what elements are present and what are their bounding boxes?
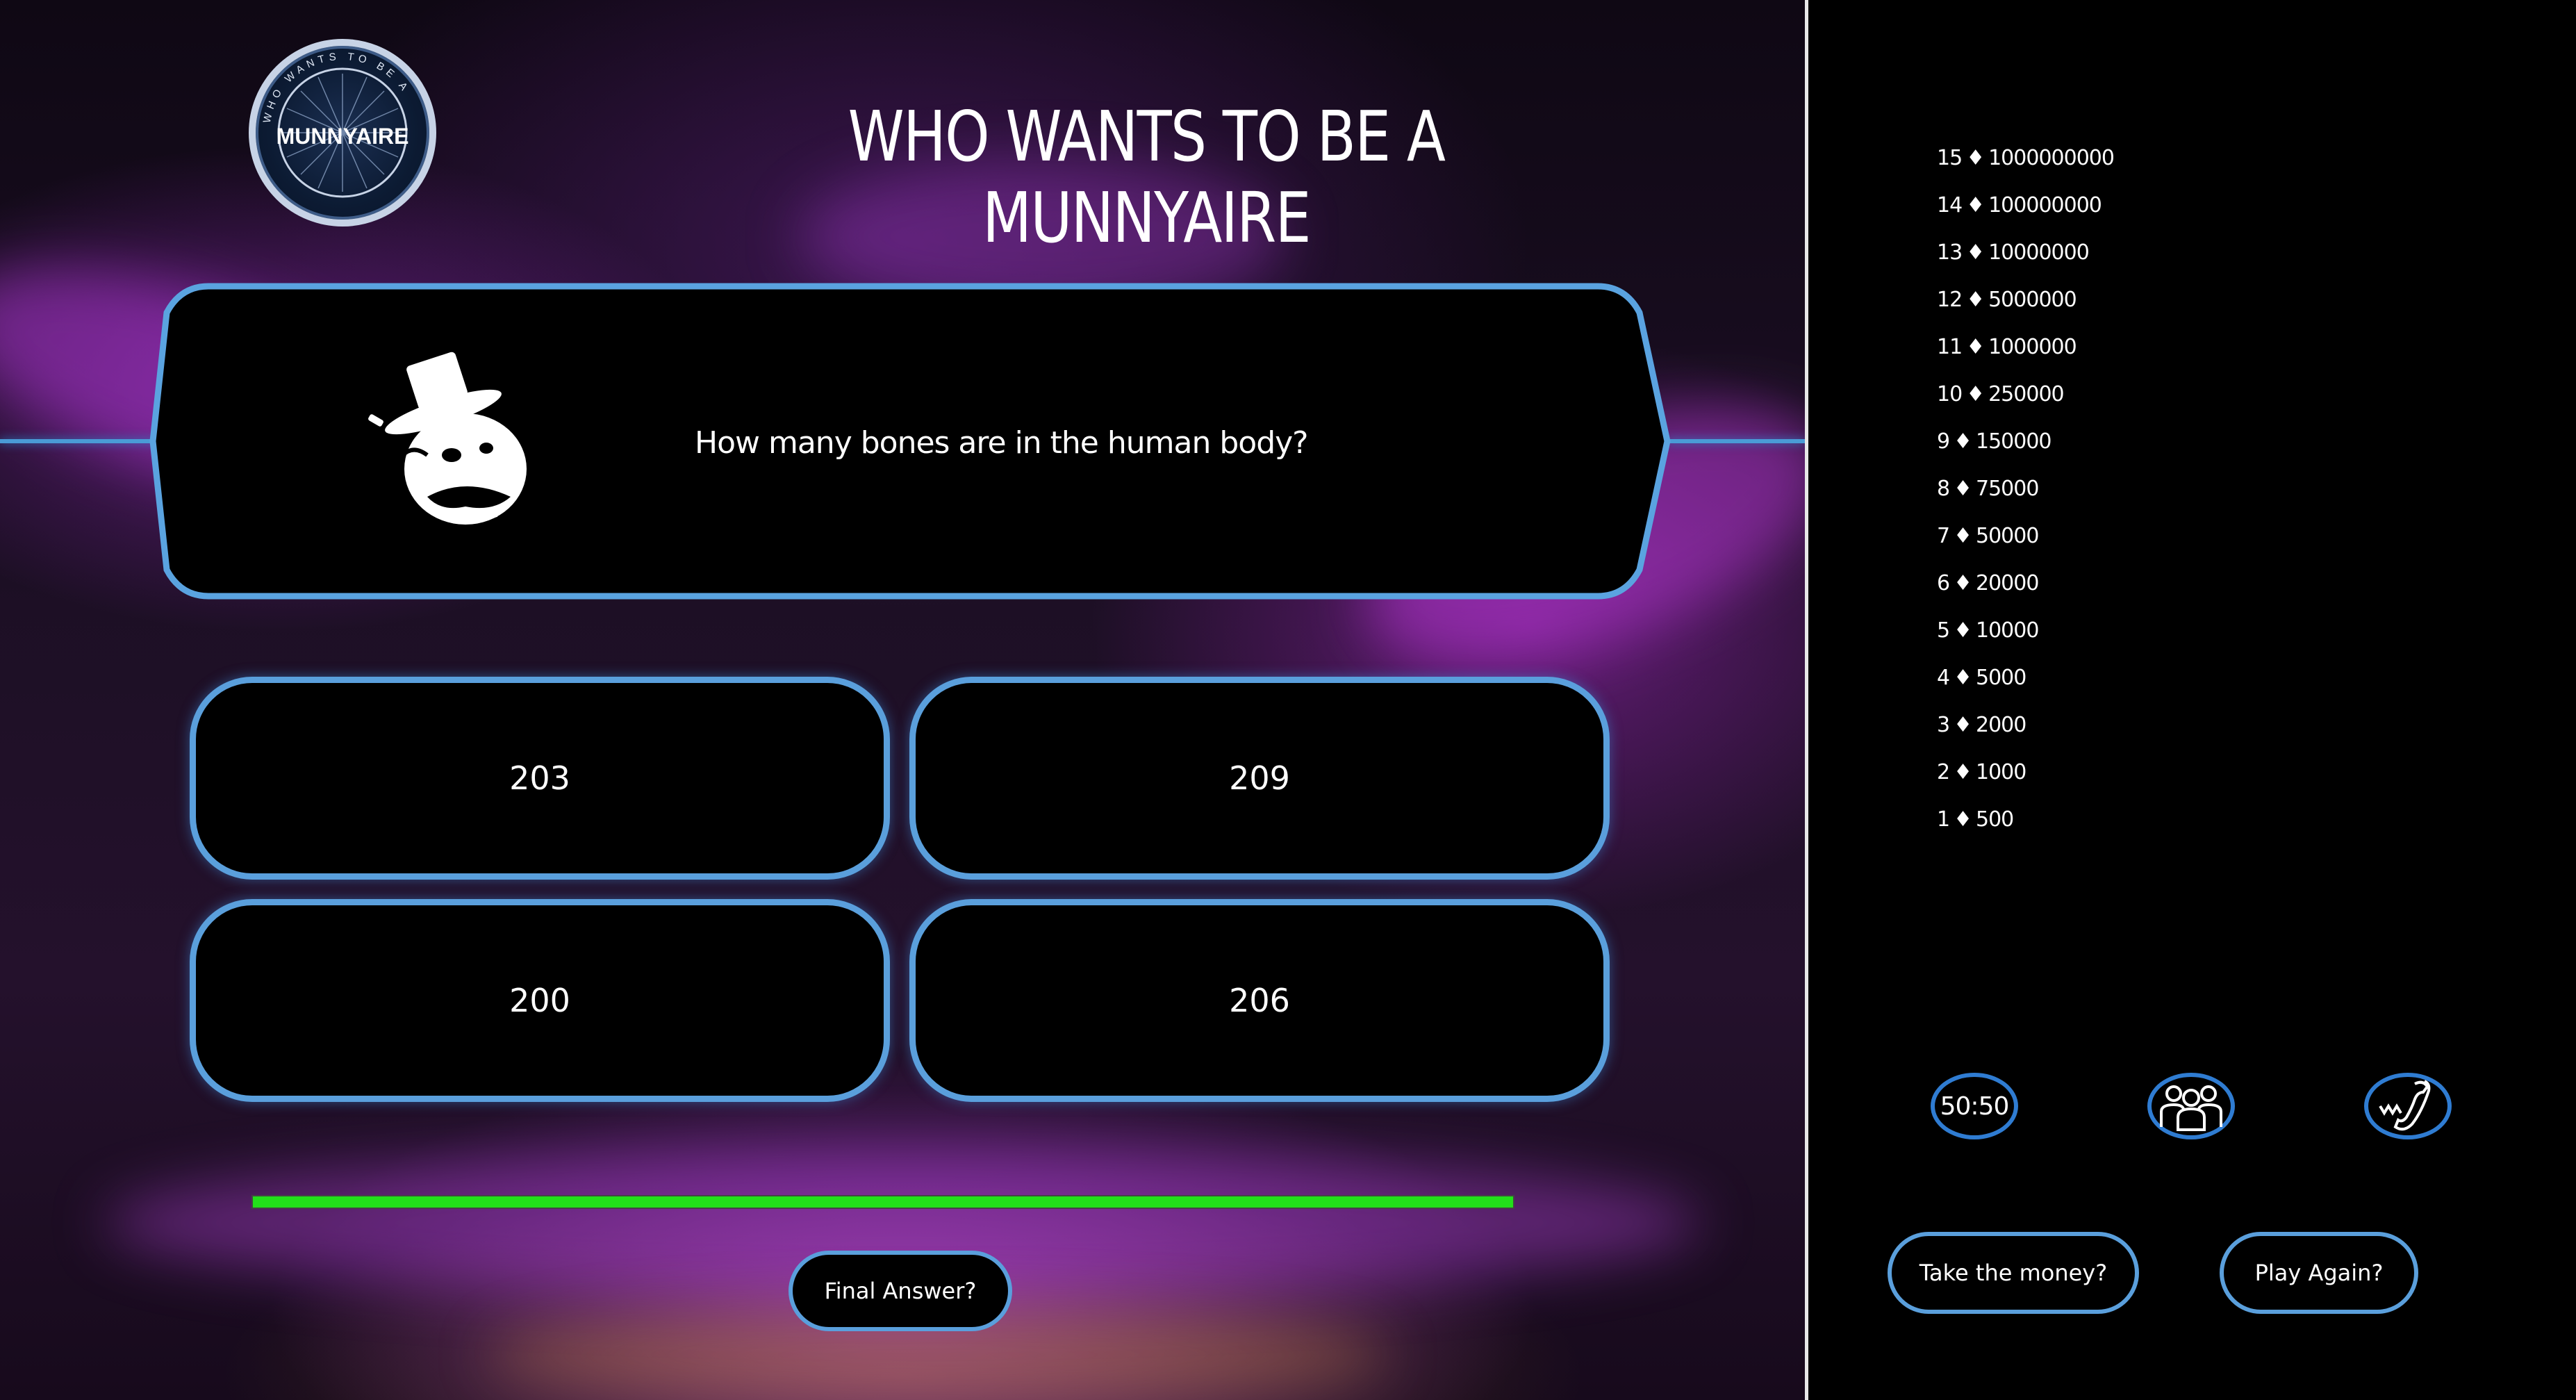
diamond-icon: ♦ — [1954, 477, 1972, 501]
ladder-row: 5 ♦ 10000 — [1937, 617, 2114, 664]
ladder-level: 10 — [1937, 382, 1963, 406]
ladder-amount: 50000 — [1976, 524, 2039, 548]
ladder-level: 4 — [1937, 666, 1950, 690]
diamond-icon: ♦ — [1954, 760, 1972, 784]
ladder-level: 1 — [1937, 807, 1950, 832]
timer-bar-fill — [253, 1196, 1513, 1208]
lifeline-fifty-fifty-button[interactable]: 50:50 — [1931, 1073, 2018, 1139]
ladder-level: 7 — [1937, 524, 1950, 548]
diamond-icon: ♦ — [1966, 146, 1985, 170]
ladder-level: 2 — [1937, 760, 1950, 784]
question-text: How many bones are in the human body? — [695, 425, 1309, 461]
logo-text: MUNNYAIRE — [276, 124, 409, 149]
ladder-level: 12 — [1937, 288, 1963, 312]
diamond-icon: ♦ — [1954, 713, 1972, 737]
svg-text:WHO WANTS TO BE A: WHO WANTS TO BE A — [261, 51, 413, 124]
money-ladder: 15 ♦ 1000000000 14 ♦ 100000000 13 ♦ 10000000 12 ♦ 5… — [1937, 145, 2115, 853]
ladder-level: 3 — [1937, 713, 1950, 737]
ladder-level: 11 — [1937, 335, 1963, 359]
ladder-level: 14 — [1937, 193, 1963, 217]
diamond-icon: ♦ — [1966, 288, 1985, 312]
ladder-amount: 75000 — [1976, 477, 2039, 501]
diamond-icon: ♦ — [1954, 524, 1972, 548]
ladder-row: 8 ♦ 75000 — [1937, 475, 2114, 522]
ladder-level: 8 — [1937, 477, 1950, 501]
ladder-level: 6 — [1937, 571, 1950, 595]
ladder-amount: 5000 — [1976, 666, 2026, 690]
take-the-money-button[interactable]: Take the money? — [1888, 1232, 2139, 1314]
ladder-amount: 10000000 — [1988, 240, 2090, 265]
ladder-row: 7 ♦ 50000 — [1937, 522, 2114, 570]
ladder-amount: 250000 — [1988, 382, 2065, 406]
phone-icon — [2379, 1080, 2431, 1131]
diamond-icon: ♦ — [1954, 666, 1972, 690]
ladder-row: 10 ♦ 250000 — [1937, 381, 2114, 428]
ladder-row: 9 ♦ 150000 — [1937, 428, 2114, 475]
ladder-row: 2 ♦ 1000 — [1937, 759, 2114, 806]
audience-icon — [2160, 1085, 2222, 1131]
side-panel: 15 ♦ 1000000000 14 ♦ 100000000 13 ♦ 10000000 12 ♦ 5… — [1808, 0, 2576, 1400]
answer-a-button[interactable]: 203 — [190, 677, 890, 880]
ladder-level: 9 — [1937, 429, 1950, 454]
diamond-icon: ♦ — [1954, 429, 1972, 454]
ladder-amount: 100000000 — [1988, 193, 2102, 217]
ladder-row: 1 ♦ 500 — [1937, 806, 2114, 853]
ladder-row: 4 ♦ 5000 — [1937, 664, 2114, 711]
ladder-amount: 150000 — [1976, 429, 2052, 454]
diamond-icon: ♦ — [1954, 618, 1972, 643]
fifty-fifty-icon: 50:50 — [1940, 1092, 2010, 1121]
play-again-button[interactable]: Play Again? — [2220, 1232, 2418, 1314]
timer-bar — [251, 1195, 1514, 1209]
diamond-icon: ♦ — [1966, 382, 1985, 406]
ladder-row: 11 ♦ 1000000 — [1937, 333, 2114, 381]
diamond-icon: ♦ — [1966, 240, 1985, 265]
ladder-amount: 1000000000 — [1988, 146, 2115, 170]
ladder-level: 13 — [1937, 240, 1963, 265]
logo-ring-text: WHO WANTS TO BE A — [261, 51, 408, 124]
diamond-icon: ♦ — [1954, 571, 1972, 595]
final-answer-button[interactable]: Final Answer? — [789, 1251, 1012, 1331]
diamond-icon: ♦ — [1966, 193, 1985, 217]
ladder-row: 12 ♦ 5000000 — [1937, 286, 2114, 333]
ladder-amount: 1000 — [1976, 760, 2026, 784]
diamond-icon: ♦ — [1954, 807, 1972, 832]
diamond-icon: ♦ — [1966, 335, 1985, 359]
ladder-amount: 500 — [1976, 807, 2014, 832]
monopoly-man-icon — [368, 352, 527, 525]
lifeline-phone-button[interactable] — [2364, 1073, 2452, 1139]
answer-b-button[interactable]: 209 — [909, 677, 1610, 880]
ladder-level: 5 — [1937, 618, 1950, 643]
logo: WHO WANTS TO BE A MUNNYAIRE — [249, 39, 436, 227]
ladder-row: 6 ♦ 20000 — [1937, 570, 2114, 617]
ladder-row: 13 ♦ 10000000 — [1937, 239, 2114, 286]
ladder-amount: 10000 — [1976, 618, 2039, 643]
ladder-row: 15 ♦ 1000000000 — [1937, 145, 2115, 192]
answer-d-button[interactable]: 206 — [909, 899, 1610, 1102]
ladder-amount: 2000 — [1976, 713, 2026, 737]
ladder-row: 14 ♦ 100000000 — [1937, 192, 2114, 239]
ladder-amount: 1000000 — [1988, 335, 2077, 359]
ladder-amount: 20000 — [1976, 571, 2039, 595]
ladder-level: 15 — [1937, 146, 1963, 170]
answer-c-button[interactable]: 200 — [190, 899, 890, 1102]
ladder-amount: 5000000 — [1988, 288, 2077, 312]
lifeline-audience-button[interactable] — [2147, 1073, 2235, 1139]
ladder-row: 3 ♦ 2000 — [1937, 711, 2114, 759]
game-area: WHO WANTS TO BE A MUNNYAIRE WHO WANTS TO… — [0, 0, 1805, 1400]
page-title: WHO WANTS TO BE A MUNNYAIRE — [848, 96, 1446, 258]
